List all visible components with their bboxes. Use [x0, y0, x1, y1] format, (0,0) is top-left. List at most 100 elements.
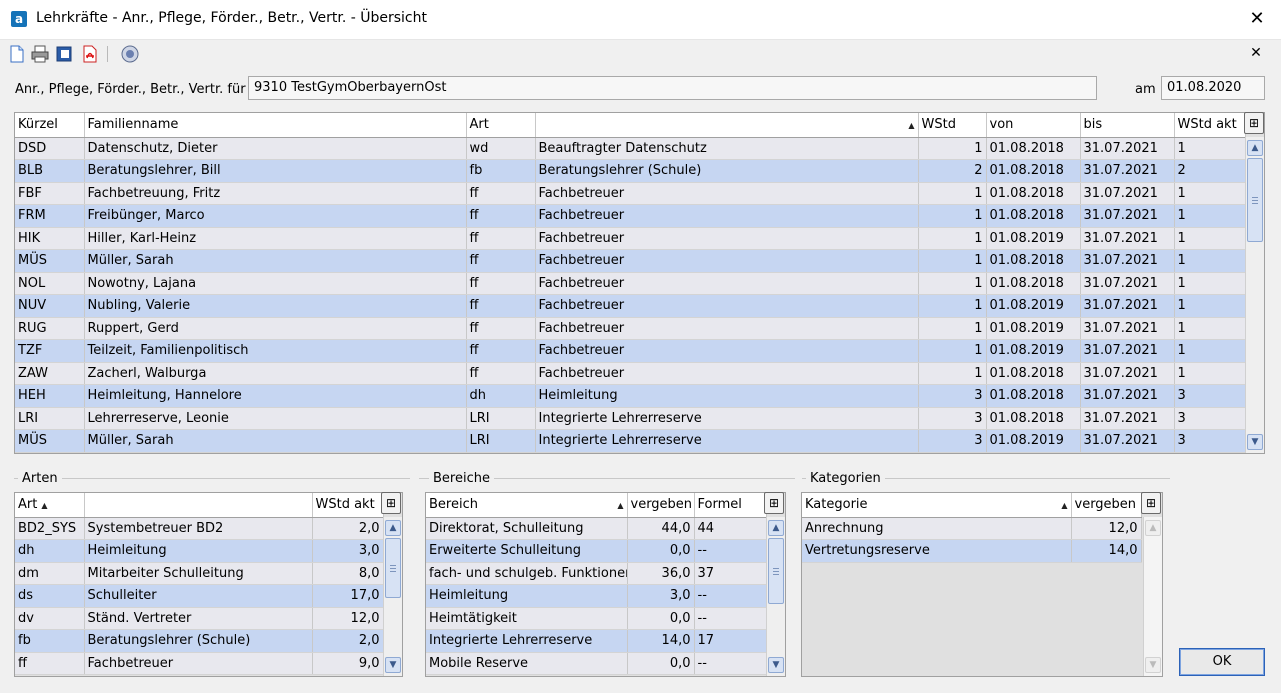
date-field[interactable]: 01.08.2020: [1161, 76, 1265, 100]
scroll-up-icon[interactable]: ▲: [768, 520, 784, 536]
table-row[interactable]: ff Fachbetreuer 9,0: [15, 652, 384, 675]
col-bis[interactable]: bis: [1080, 113, 1175, 138]
table-cell: Schulleiter: [84, 584, 313, 608]
table-row[interactable]: Direktorat, Schulleitung 44,0 44: [426, 517, 767, 540]
main-scrollbar[interactable]: ▲ ▼: [1245, 137, 1264, 453]
window-close-icon[interactable]: ✕: [1243, 6, 1271, 32]
col-bezeichnung[interactable]: [84, 493, 313, 518]
table-cell: Fachbetreuer: [535, 294, 919, 318]
table-cell: HEH: [15, 384, 85, 408]
table-row[interactable]: RUG Ruppert, Gerd ff Fachbetreuer 1 01.08.201…: [15, 317, 1246, 340]
table-row[interactable]: Heimleitung 3,0 --: [426, 584, 767, 608]
table-row[interactable]: FBF Fachbetreuung, Fritz ff Fachbetreuer 1 01…: [15, 182, 1246, 205]
table-row[interactable]: BLB Beratungslehrer, Bill fb Beratungslehre…: [15, 159, 1246, 183]
new-document-icon[interactable]: [7, 44, 27, 64]
table-row[interactable]: TZF Teilzeit, Familienpolitisch ff Fachbetr…: [15, 339, 1246, 363]
scroll-thumb[interactable]: [768, 538, 784, 604]
table-row[interactable]: dv Ständ. Vertreter 12,0: [15, 607, 384, 630]
table-cell: MÜS: [15, 249, 85, 273]
col-art-bezeichnung[interactable]: [535, 113, 919, 138]
table-cell: 1: [1174, 227, 1246, 250]
table-cell: Mobile Reserve: [426, 652, 628, 675]
panel-close-icon[interactable]: ✕: [1248, 45, 1264, 61]
col-wstd-akt[interactable]: WStd akt: [1174, 113, 1246, 138]
col-wstd-akt[interactable]: WStd akt: [312, 493, 384, 518]
help-icon[interactable]: [120, 44, 140, 64]
table-row[interactable]: FRM Freibünger, Marco ff Fachbetreuer 1 01.08…: [15, 204, 1246, 228]
table-row[interactable]: ZAW Zacherl, Walburga ff Fachbetreuer 1 01.08…: [15, 362, 1246, 385]
table-row[interactable]: Mobile Reserve 0,0 --: [426, 652, 767, 675]
col-bereich[interactable]: Bereich: [426, 493, 628, 518]
table-row[interactable]: Vertretungsreserve 14,0: [802, 539, 1142, 563]
table-cell: Müller, Sarah: [84, 249, 467, 273]
scroll-down-icon[interactable]: ▼: [768, 657, 784, 673]
table-cell: Lehrerreserve, Leonie: [84, 407, 467, 430]
school-field[interactable]: 9310 TestGymOberbayernOst: [248, 76, 1097, 100]
pdf-export-icon[interactable]: [80, 44, 100, 64]
col-wstd[interactable]: WStd: [918, 113, 987, 138]
table-row[interactable]: dm Mitarbeiter Schulleitung 8,0: [15, 562, 384, 585]
table-cell: 12,0: [312, 607, 384, 630]
table-cell: 1: [1174, 249, 1246, 273]
print-icon[interactable]: [30, 44, 50, 64]
table-cell: 01.08.2018: [986, 204, 1081, 228]
bereiche-scrollbar[interactable]: ▲ ▼: [766, 517, 785, 676]
table-row[interactable]: dh Heimleitung 3,0: [15, 539, 384, 563]
sort-asc-icon: [613, 497, 623, 512]
table-cell: Mitarbeiter Schulleitung: [84, 562, 313, 585]
scroll-down-icon[interactable]: ▼: [1247, 434, 1263, 450]
table-row[interactable]: Erweiterte Schulleitung 0,0 --: [426, 539, 767, 563]
table-row[interactable]: ds Schulleiter 17,0: [15, 584, 384, 608]
col-von[interactable]: von: [986, 113, 1081, 138]
table-row[interactable]: Integrierte Lehrerreserve 14,0 17: [426, 629, 767, 653]
table-cell: 31.07.2021: [1080, 407, 1175, 430]
table-row[interactable]: DSD Datenschutz, Dieter wd Beauftragter Dat…: [15, 137, 1246, 160]
column-chooser-icon[interactable]: ⊞: [1141, 492, 1161, 514]
column-chooser-icon[interactable]: ⊞: [1244, 112, 1264, 134]
table-row[interactable]: MÜS Müller, Sarah ff Fachbetreuer 1 01.08.201…: [15, 249, 1246, 273]
table-cell: 44,0: [627, 517, 695, 540]
table-row[interactable]: MÜS Müller, Sarah LRI Integrierte Lehrerres…: [15, 429, 1246, 453]
column-chooser-icon[interactable]: ⊞: [381, 492, 401, 514]
table-row[interactable]: NUV Nubling, Valerie ff Fachbetreuer 1 01.08.…: [15, 294, 1246, 318]
table-row[interactable]: Anrechnung 12,0: [802, 517, 1142, 540]
scroll-down-icon[interactable]: ▼: [385, 657, 401, 673]
table-cell: Heimleitung: [84, 539, 313, 563]
col-art[interactable]: Art: [466, 113, 536, 138]
table-cell: RUG: [15, 317, 85, 340]
table-row[interactable]: LRI Lehrerreserve, Leonie LRI Integrierte L…: [15, 407, 1246, 430]
table-cell: 31.07.2021: [1080, 362, 1175, 385]
table-cell: 01.08.2019: [986, 429, 1081, 453]
table-row[interactable]: fach- und schulgeb. Funktionen 36,0 37: [426, 562, 767, 585]
col-art[interactable]: Art: [15, 493, 85, 518]
col-kuerzel[interactable]: Kürzel: [15, 113, 85, 138]
table-cell: 1: [918, 272, 987, 295]
word-export-icon[interactable]: [54, 44, 74, 64]
bereiche-title: Bereiche: [429, 471, 494, 486]
table-cell: 2: [1174, 159, 1246, 183]
col-vergeben[interactable]: vergeben: [1071, 493, 1142, 518]
scroll-thumb[interactable]: [1247, 158, 1263, 242]
table-cell: 1: [918, 227, 987, 250]
col-formel[interactable]: Formel: [694, 493, 767, 518]
column-chooser-icon[interactable]: ⊞: [764, 492, 784, 514]
scroll-up-icon[interactable]: ▲: [1247, 140, 1263, 156]
table-row[interactable]: HEH Heimleitung, Hannelore dh Heimleitung 3 0…: [15, 384, 1246, 408]
table-row[interactable]: Heimtätigkeit 0,0 --: [426, 607, 767, 630]
table-cell: Heimtätigkeit: [426, 607, 628, 630]
table-cell: 37: [694, 562, 767, 585]
col-kategorie[interactable]: Kategorie: [802, 493, 1072, 518]
col-familienname[interactable]: Familienname: [84, 113, 467, 138]
table-cell: Müller, Sarah: [84, 429, 467, 453]
scroll-up-icon[interactable]: ▲: [385, 520, 401, 536]
table-cell: Erweiterte Schulleitung: [426, 539, 628, 563]
table-row[interactable]: NOL Nowotny, Lajana ff Fachbetreuer 1 01.08.2…: [15, 272, 1246, 295]
col-vergeben[interactable]: vergeben: [627, 493, 695, 518]
arten-scrollbar[interactable]: ▲ ▼: [383, 517, 402, 676]
table-row[interactable]: fb Beratungslehrer (Schule) 2,0: [15, 629, 384, 653]
table-row[interactable]: BD2_SYS Systembetreuer BD2 2,0: [15, 517, 384, 540]
sort-asc-icon: [904, 117, 914, 132]
table-row[interactable]: HIK Hiller, Karl-Heinz ff Fachbetreuer 1 01.0…: [15, 227, 1246, 250]
ok-button[interactable]: OK: [1179, 648, 1265, 676]
scroll-thumb[interactable]: [385, 538, 401, 598]
